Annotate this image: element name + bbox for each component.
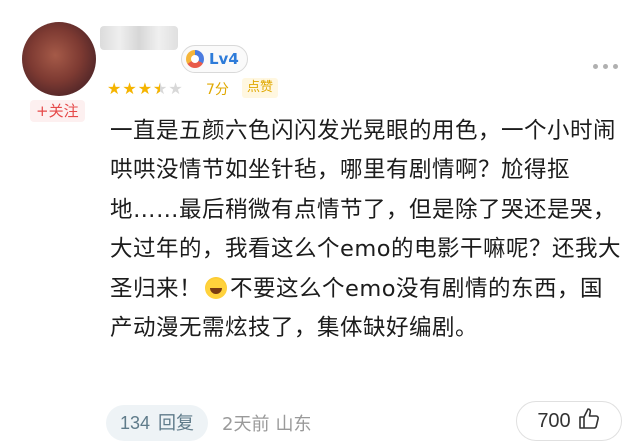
thumbs-up-icon <box>577 407 601 435</box>
level-badge: Lv4 <box>181 45 248 73</box>
like-button[interactable]: 700 <box>516 401 622 441</box>
half-star-icon: ★ <box>153 80 167 99</box>
comment-time: 2天前 <box>222 414 270 435</box>
avatar[interactable] <box>22 22 96 96</box>
comment-location: 山东 <box>275 414 312 435</box>
like-count: 700 <box>537 409 571 432</box>
rating-stars: ★ ★ ★ ★ ★ <box>107 79 183 99</box>
follow-button[interactable]: +关注 <box>30 100 85 122</box>
comment-footer: 134 回复 2天前 山东 <box>106 405 312 441</box>
comment-text: 一直是五颜六色闪闪发光晃眼的用色，一个小时闹哄哄没情节如坐针毡，哪里有剧情啊？尬… <box>110 112 625 348</box>
comment-text-part1: 一直是五颜六色闪闪发光晃眼的用色，一个小时闹哄哄没情节如坐针毡，哪里有剧情啊？尬… <box>110 118 622 302</box>
laughing-tears-emoji-icon <box>205 276 228 299</box>
reply-button[interactable]: 134 回复 <box>106 405 209 441</box>
rate-button[interactable]: 点赞 <box>242 78 279 98</box>
level-icon <box>186 50 204 68</box>
star-icon: ★ <box>122 79 137 98</box>
star-icon: ★ <box>137 79 153 98</box>
more-options-icon[interactable] <box>593 64 618 69</box>
empty-star-icon: ★ <box>168 79 183 98</box>
comment-meta: 2天前 山东 <box>222 410 311 436</box>
level-text: Lv4 <box>209 50 239 68</box>
star-icon: ★ <box>107 79 122 98</box>
rating-score: 7分 <box>206 82 229 98</box>
username-blurred[interactable] <box>100 26 178 50</box>
reply-count: 134 <box>120 413 151 433</box>
reply-label: 回复 <box>158 413 195 433</box>
